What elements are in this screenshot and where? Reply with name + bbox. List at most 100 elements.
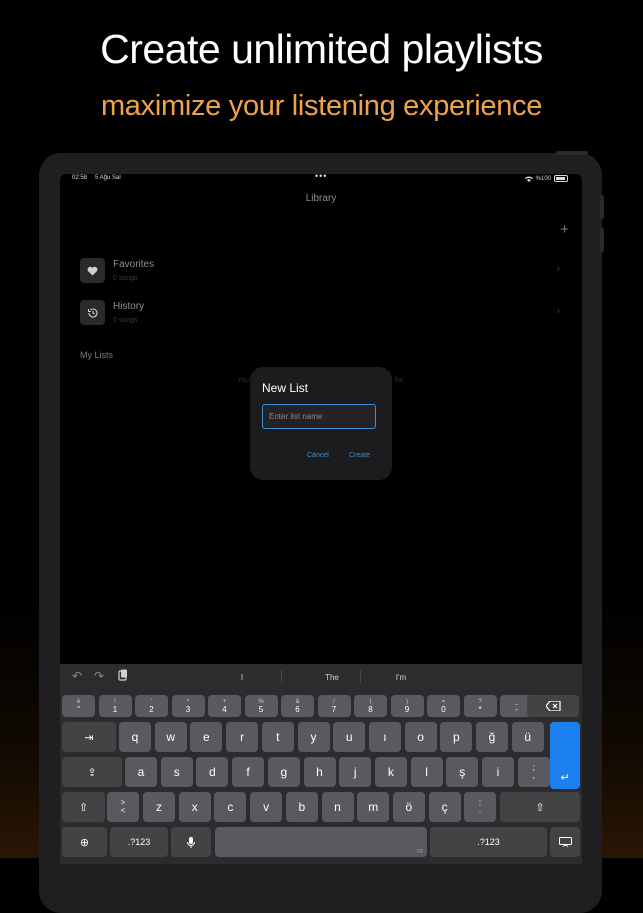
app-screen: 02:58 5 Ağu Sal ••• %100 Library + Favor… [60, 174, 582, 864]
volume-up-button [600, 195, 604, 219]
key-r[interactable]: r [226, 722, 259, 752]
key-z[interactable]: z [143, 792, 175, 822]
new-list-dialog: New List Cancel Create [250, 367, 392, 480]
create-button[interactable]: Create [349, 452, 370, 459]
globe-key[interactable]: ⊕ [62, 827, 107, 857]
key-o[interactable]: o [404, 722, 437, 752]
dialog-title: New List [262, 381, 309, 395]
key-p[interactable]: p [440, 722, 473, 752]
microphone-icon [187, 836, 195, 848]
key-6[interactable]: & 6 [281, 695, 314, 717]
shift-right-key[interactable]: ⇧ [500, 792, 580, 822]
key-q[interactable]: q [119, 722, 151, 752]
key-ö[interactable]: ö [392, 792, 425, 822]
hide-keyboard-key[interactable] [550, 827, 580, 857]
key-label: u [345, 730, 353, 744]
list-name-input[interactable] [262, 404, 376, 429]
key-w[interactable]: w [154, 722, 187, 752]
key-ğ[interactable]: ğ [476, 722, 508, 752]
key-b[interactable]: b [285, 792, 318, 822]
key-c[interactable]: c [214, 792, 247, 822]
key-s[interactable]: s [160, 757, 193, 787]
battery-percent: %100 [535, 175, 551, 182]
key-label: g [280, 765, 288, 779]
numbers-switch-key[interactable]: .?123 [110, 827, 168, 857]
key-ü[interactable]: ü [511, 722, 544, 752]
key-0[interactable]: = 0 [427, 695, 460, 717]
key-v[interactable]: v [250, 792, 283, 822]
undo-icon[interactable]: ↶ [72, 669, 82, 683]
key-label: s [173, 765, 180, 779]
key-angle-brackets[interactable]: > < [107, 792, 139, 822]
key-label: i [496, 765, 500, 779]
key-l[interactable]: l [410, 757, 443, 787]
key-5[interactable]: % 5 [244, 695, 278, 717]
key-9[interactable]: ) 9 [390, 695, 424, 717]
chevron-right-icon: › [556, 263, 560, 275]
keyboard-toolbar: ↶ ↷ I The I'm [60, 664, 582, 689]
key-label: t [276, 730, 280, 744]
key-*[interactable]: ? * [463, 695, 497, 717]
library-item-favorites[interactable]: Favorites 0 songs › [80, 258, 570, 288]
key-j[interactable]: j [339, 757, 372, 787]
key-label: m [368, 800, 379, 814]
key-m[interactable]: m [357, 792, 390, 822]
key-ç[interactable]: ç [428, 792, 461, 822]
key-label: w [166, 730, 176, 744]
history-icon [80, 300, 105, 325]
key-label: 2 [149, 705, 154, 714]
tab-key[interactable]: ⇥ [62, 722, 116, 752]
key-label: b [298, 800, 306, 814]
key-n[interactable]: n [321, 792, 354, 822]
key-label: e [203, 730, 210, 744]
shift-left-key[interactable]: ⇧ [62, 792, 105, 822]
library-item-history[interactable]: History 0 songs › [80, 300, 570, 330]
key-h[interactable]: h [303, 757, 336, 787]
key-label: ı [383, 730, 387, 744]
key-k[interactable]: k [374, 757, 407, 787]
key-g[interactable]: g [267, 757, 300, 787]
key-x[interactable]: x [178, 792, 211, 822]
key-8[interactable]: (8 [354, 695, 387, 717]
key-label: q [131, 730, 139, 744]
key-"[interactable]: é " [62, 695, 95, 717]
return-key[interactable]: ↵ [550, 722, 580, 789]
key-label: .?123 [477, 837, 500, 847]
key-label: 9 [404, 705, 410, 714]
key-label: ö [405, 800, 413, 814]
key-t[interactable]: t [261, 722, 294, 752]
key-label: " [77, 705, 80, 714]
key-1[interactable]: ! 1 [98, 695, 132, 717]
clipboard-icon[interactable] [118, 669, 128, 684]
multitask-dots-icon[interactable]: ••• [315, 174, 327, 181]
key-4[interactable]: +4 [208, 695, 241, 717]
cancel-button[interactable]: Cancel [307, 452, 329, 459]
numbers-switch-key-right[interactable]: .?123 [430, 827, 547, 857]
key-a[interactable]: a [125, 757, 157, 787]
key-3[interactable]: ^ 3 [171, 695, 205, 717]
key-y[interactable]: y [297, 722, 330, 752]
key-7[interactable]: /7 [317, 695, 351, 717]
key-e[interactable]: e [190, 722, 223, 752]
add-list-button[interactable]: + [560, 221, 569, 238]
key-ı[interactable]: ı [368, 722, 401, 752]
redo-icon[interactable]: ↷ [94, 669, 104, 683]
key-ş[interactable]: ş [446, 757, 479, 787]
key-2[interactable]: ' 2 [135, 695, 168, 717]
space-key[interactable]: TR [215, 827, 427, 857]
dictation-key[interactable] [171, 827, 211, 857]
suggestion-3[interactable]: I'm [360, 673, 442, 682]
key-colon[interactable]: :. [464, 792, 496, 822]
caps-lock-key[interactable]: ⇪ [62, 757, 122, 787]
key-label: a [137, 765, 145, 779]
key-f[interactable]: f [232, 757, 265, 787]
shift-icon: ⇧ [78, 801, 89, 814]
key-d[interactable]: d [196, 757, 229, 787]
key-label: 8 [368, 705, 373, 714]
my-lists-heading: My Lists [80, 350, 114, 360]
key-u[interactable]: u [333, 722, 366, 752]
backspace-key[interactable] [527, 695, 579, 717]
suggestion-1[interactable]: I [190, 673, 294, 682]
key-i[interactable]: i [482, 757, 514, 787]
key-;[interactable]: ;, [517, 757, 550, 787]
